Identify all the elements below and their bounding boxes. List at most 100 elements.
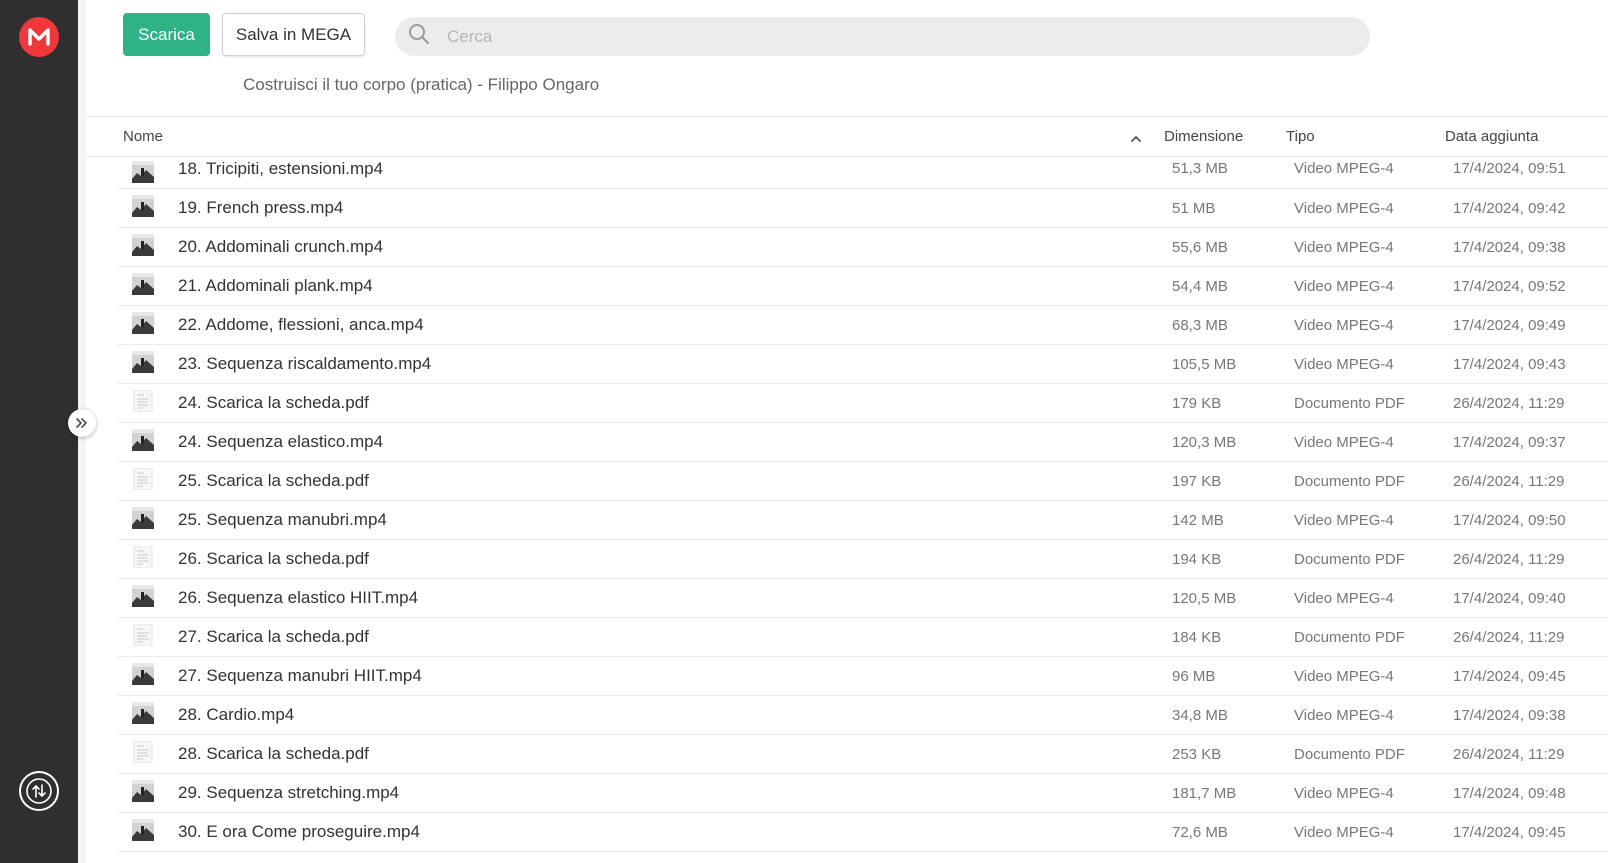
search-bar[interactable] [395,17,1370,56]
file-name[interactable]: 26. Sequenza elastico HIIT.mp4 [178,586,418,610]
file-name[interactable]: 27. Scarica la scheda.pdf [178,625,369,649]
file-size: 194 KB [1172,551,1222,568]
file-name[interactable]: 18. Tricipiti, estensioni.mp4 [178,157,383,181]
file-size: 72,6 MB [1172,824,1228,841]
file-type: Documento PDF [1294,473,1405,490]
file-date: 17/4/2024, 09:51 [1453,160,1566,177]
file-list: 18. Tricipiti, estensioni.mp4 51,3 MB Vide… [117,157,1608,852]
file-date: 17/4/2024, 09:42 [1453,200,1566,217]
column-header-name[interactable]: Nome [123,128,163,145]
file-size: 197 KB [1172,473,1222,490]
double-chevron-right-icon[interactable] [68,409,96,437]
file-date: 17/4/2024, 09:50 [1453,512,1566,529]
file-date: 26/4/2024, 11:29 [1453,551,1565,568]
file-name[interactable]: 30. E ora Come proseguire.mp4 [178,820,420,844]
file-type: Video MPEG-4 [1294,160,1394,177]
file-name[interactable]: 24. Scarica la scheda.pdf [178,391,369,415]
sidebar [0,0,78,863]
file-type: Documento PDF [1294,395,1405,412]
file-date: 17/4/2024, 09:48 [1453,785,1566,802]
file-date: 17/4/2024, 09:40 [1453,590,1566,607]
table-row[interactable]: 19. French press.mp4 51 MB Video MPEG-4 17/… [117,189,1608,228]
file-name[interactable]: 21. Addominali plank.mp4 [178,274,373,298]
video-thumbnail-icon [132,507,154,529]
file-size: 120,3 MB [1172,434,1237,451]
file-type: Video MPEG-4 [1294,317,1394,334]
table-row[interactable]: 25. Sequenza manubri.mp4 142 MB Video MPEG… [117,501,1608,540]
file-size: 96 MB [1172,668,1216,685]
column-header-type[interactable]: Tipo [1286,128,1315,145]
search-input[interactable] [445,25,1299,48]
file-date: 26/4/2024, 11:29 [1453,395,1565,412]
file-size: 105,5 MB [1172,356,1237,373]
file-size: 51,3 MB [1172,160,1228,177]
table-row[interactable]: 18. Tricipiti, estensioni.mp4 51,3 MB Vide… [117,157,1608,189]
table-row[interactable]: 27. Sequenza manubri HIIT.mp4 96 MB Video … [117,657,1608,696]
mega-logo-icon[interactable] [19,17,59,57]
file-type: Documento PDF [1294,629,1405,646]
download-button[interactable]: Scarica [123,13,210,56]
file-date: 17/4/2024, 09:38 [1453,707,1566,724]
video-thumbnail-icon [132,273,154,295]
file-name[interactable]: 23. Sequenza riscaldamento.mp4 [178,352,431,376]
file-type: Documento PDF [1294,551,1405,568]
save-to-mega-button[interactable]: Salva in MEGA [222,13,365,56]
video-thumbnail-icon [132,819,154,841]
video-thumbnail-icon [132,585,154,607]
table-row[interactable]: 24. Scarica la scheda.pdf 179 KB Documento… [117,384,1608,423]
table-row[interactable]: 22. Addome, flessioni, anca.mp4 68,3 MB Vi… [117,306,1608,345]
table-row[interactable]: 23. Sequenza riscaldamento.mp4 105,5 MB Vi… [117,345,1608,384]
table-row[interactable]: 21. Addominali plank.mp4 54,4 MB Video MPE… [117,267,1608,306]
file-name[interactable]: 24. Sequenza elastico.mp4 [178,430,383,454]
chevron-up-icon[interactable] [1130,131,1142,148]
file-size: 55,6 MB [1172,239,1228,256]
table-row[interactable]: 28. Scarica la scheda.pdf 253 KB Documento… [117,735,1608,774]
file-type: Video MPEG-4 [1294,434,1394,451]
table-row[interactable]: 30. E ora Come proseguire.mp4 72,6 MB Vide… [117,813,1608,852]
file-name[interactable]: 25. Sequenza manubri.mp4 [178,508,387,532]
video-thumbnail-icon [132,663,154,685]
video-thumbnail-icon [132,161,154,183]
table-row[interactable]: 25. Scarica la scheda.pdf 197 KB Documento… [117,462,1608,501]
table-row[interactable]: 27. Scarica la scheda.pdf 184 KB Documento… [117,618,1608,657]
table-row[interactable]: 20. Addominali crunch.mp4 55,6 MB Video MP… [117,228,1608,267]
video-thumbnail-icon [132,429,154,451]
file-type: Video MPEG-4 [1294,512,1394,529]
file-size: 34,8 MB [1172,707,1228,724]
file-type: Video MPEG-4 [1294,590,1394,607]
pdf-thumbnail-icon [132,623,154,647]
table-row[interactable]: 26. Scarica la scheda.pdf 194 KB Documento… [117,540,1608,579]
file-size: 51 MB [1172,200,1216,217]
file-name[interactable]: 28. Scarica la scheda.pdf [178,742,369,766]
table-row[interactable]: 28. Cardio.mp4 34,8 MB Video MPEG-4 17/4/20… [117,696,1608,735]
file-name[interactable]: 29. Sequenza stretching.mp4 [178,781,399,805]
video-thumbnail-icon [132,351,154,373]
file-name[interactable]: 20. Addominali crunch.mp4 [178,235,383,259]
file-name[interactable]: 25. Scarica la scheda.pdf [178,469,369,493]
file-name[interactable]: 19. French press.mp4 [178,196,343,220]
file-size: 184 KB [1172,629,1222,646]
table-row[interactable]: 29. Sequenza stretching.mp4 181,7 MB Video… [117,774,1608,813]
file-name[interactable]: 26. Scarica la scheda.pdf [178,547,369,571]
file-name[interactable]: 28. Cardio.mp4 [178,703,294,727]
file-size: 142 MB [1172,512,1224,529]
column-header-date[interactable]: Data aggiunta [1445,128,1538,145]
file-date: 17/4/2024, 09:38 [1453,239,1566,256]
transfer-arrows-icon[interactable] [19,771,59,811]
file-date: 17/4/2024, 09:43 [1453,356,1566,373]
column-header-size[interactable]: Dimensione [1164,128,1243,145]
file-date: 26/4/2024, 11:29 [1453,746,1565,763]
file-name[interactable]: 27. Sequenza manubri HIIT.mp4 [178,664,422,688]
file-type: Video MPEG-4 [1294,239,1394,256]
file-date: 26/4/2024, 11:29 [1453,629,1565,646]
pdf-thumbnail-icon [132,545,154,569]
table-row[interactable]: 24. Sequenza elastico.mp4 120,3 MB Video M… [117,423,1608,462]
pdf-thumbnail-icon [132,740,154,764]
file-date: 17/4/2024, 09:37 [1453,434,1566,451]
file-type: Documento PDF [1294,746,1405,763]
file-type: Video MPEG-4 [1294,707,1394,724]
table-row[interactable]: 26. Sequenza elastico HIIT.mp4 120,5 MB Vi… [117,579,1608,618]
file-name[interactable]: 22. Addome, flessioni, anca.mp4 [178,313,424,337]
file-date: 17/4/2024, 09:49 [1453,317,1566,334]
search-icon [407,22,431,51]
